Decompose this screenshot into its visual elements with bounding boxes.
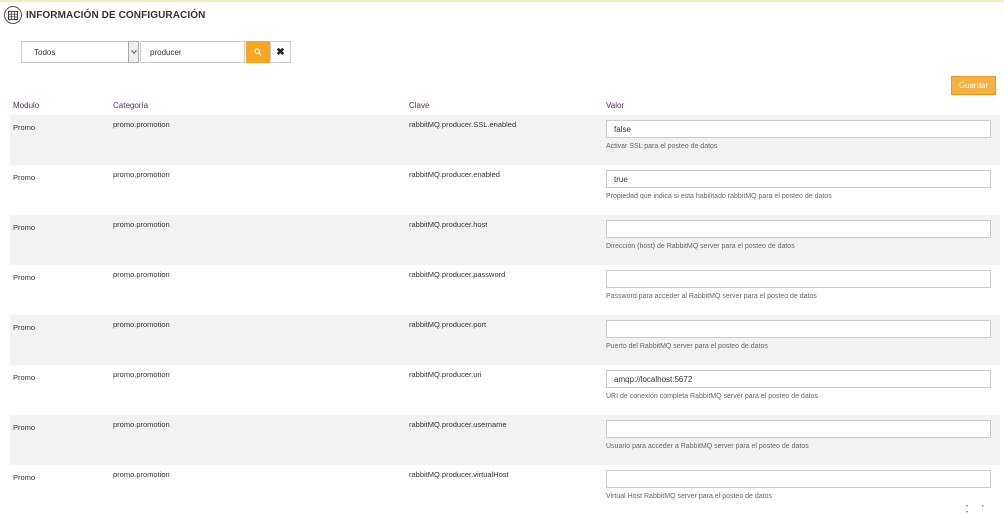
row-module: Promo <box>13 273 36 282</box>
page-header: INFORMACIÓN DE CONFIGURACIÓN <box>4 6 205 24</box>
top-border <box>0 0 1004 2</box>
clear-button[interactable]: ✖ <box>270 41 291 63</box>
value-input[interactable] <box>606 320 991 338</box>
value-description: Virtual Host RabbitMQ server para el pos… <box>606 493 773 500</box>
column-header-category: Categoría <box>113 101 149 110</box>
row-key: rabbitMQ.producer.port <box>409 320 487 329</box>
row-key: rabbitMQ.producer.SSL.enabled <box>409 120 517 129</box>
row-category: promo.promotion <box>113 420 170 429</box>
row-key: rabbitMQ.producer.enabled <box>409 170 500 179</box>
table-row: Promo promo.promotion rabbitMQ.producer.… <box>10 115 1000 165</box>
table-row: Promo promo.promotion rabbitMQ.producer.… <box>10 415 1000 465</box>
value-input[interactable] <box>606 270 991 288</box>
row-category: promo.promotion <box>113 170 170 179</box>
row-module: Promo <box>13 123 36 132</box>
row-module: Promo <box>13 323 36 332</box>
column-header-module: Modulo <box>13 101 40 110</box>
table-icon <box>4 6 22 24</box>
row-category: promo.promotion <box>113 320 170 329</box>
config-table: Modulo Categoría Clave Valor Promo promo… <box>10 96 1000 515</box>
filter-bar: Todos producer ✖ <box>21 41 291 63</box>
value-input[interactable]: amqp://localhost:5672 <box>606 370 991 388</box>
chevron-down-icon[interactable] <box>128 41 139 63</box>
page-title: INFORMACIÓN DE CONFIGURACIÓN <box>26 9 206 21</box>
row-category: promo.promotion <box>113 270 170 279</box>
value-description: Password para acceder al RabbitMQ server… <box>606 293 817 300</box>
column-header-value: Valor <box>606 101 625 110</box>
row-module: Promo <box>13 473 36 482</box>
value-description: Usuario para acceder a RabbitMQ server p… <box>606 443 809 450</box>
row-key: rabbitMQ.producer.uri <box>409 370 482 379</box>
search-icon <box>254 48 262 56</box>
row-key: rabbitMQ.producer.username <box>409 420 507 429</box>
search-button[interactable] <box>246 41 270 63</box>
value-description: Propiedad que indica si esta habilitado … <box>606 193 832 200</box>
row-module: Promo <box>13 373 36 382</box>
table-row: Promo promo.promotion rabbitMQ.producer.… <box>10 315 1000 365</box>
search-input[interactable]: producer <box>140 41 245 63</box>
table-header: Modulo Categoría Clave Valor <box>10 96 1000 115</box>
table-row: Promo promo.promotion rabbitMQ.producer.… <box>10 365 1000 415</box>
column-header-key: Clave <box>409 101 430 110</box>
module-select[interactable]: Todos <box>21 41 128 63</box>
row-module: Promo <box>13 173 36 182</box>
table-row: Promo promo.promotion rabbitMQ.producer.… <box>10 265 1000 315</box>
value-description: Puerto del RabbitMQ server para el poste… <box>606 343 768 350</box>
row-key: rabbitMQ.producer.virtualHost <box>409 470 509 479</box>
table-row: Promo promo.promotion rabbitMQ.producer.… <box>10 165 1000 215</box>
value-input[interactable] <box>606 220 991 238</box>
row-module: Promo <box>13 423 36 432</box>
value-description: Activar SSL para el posteo de datos <box>606 143 718 150</box>
row-key: rabbitMQ.producer.password <box>409 270 506 279</box>
save-button[interactable]: Guardar <box>951 76 996 95</box>
row-key: rabbitMQ.producer.host <box>409 220 488 229</box>
value-input[interactable]: true <box>606 170 991 188</box>
close-icon: ✖ <box>276 46 285 58</box>
row-category: promo.promotion <box>113 370 170 379</box>
row-category: promo.promotion <box>113 470 170 479</box>
table-row: Promo promo.promotion rabbitMQ.producer.… <box>10 465 1000 515</box>
row-category: promo.promotion <box>113 220 170 229</box>
value-input[interactable] <box>606 470 991 488</box>
value-description: Dirección (host) de RabbitMQ server para… <box>606 243 795 250</box>
table-row: Promo promo.promotion rabbitMQ.producer.… <box>10 215 1000 265</box>
row-module: Promo <box>13 223 36 232</box>
value-description: URI de conexión completa RabbitMQ server… <box>606 393 819 400</box>
value-input[interactable] <box>606 420 991 438</box>
row-category: promo.promotion <box>113 120 170 129</box>
pagination-dots[interactable]: • • • <box>966 504 1004 516</box>
value-input[interactable]: false <box>606 120 991 138</box>
